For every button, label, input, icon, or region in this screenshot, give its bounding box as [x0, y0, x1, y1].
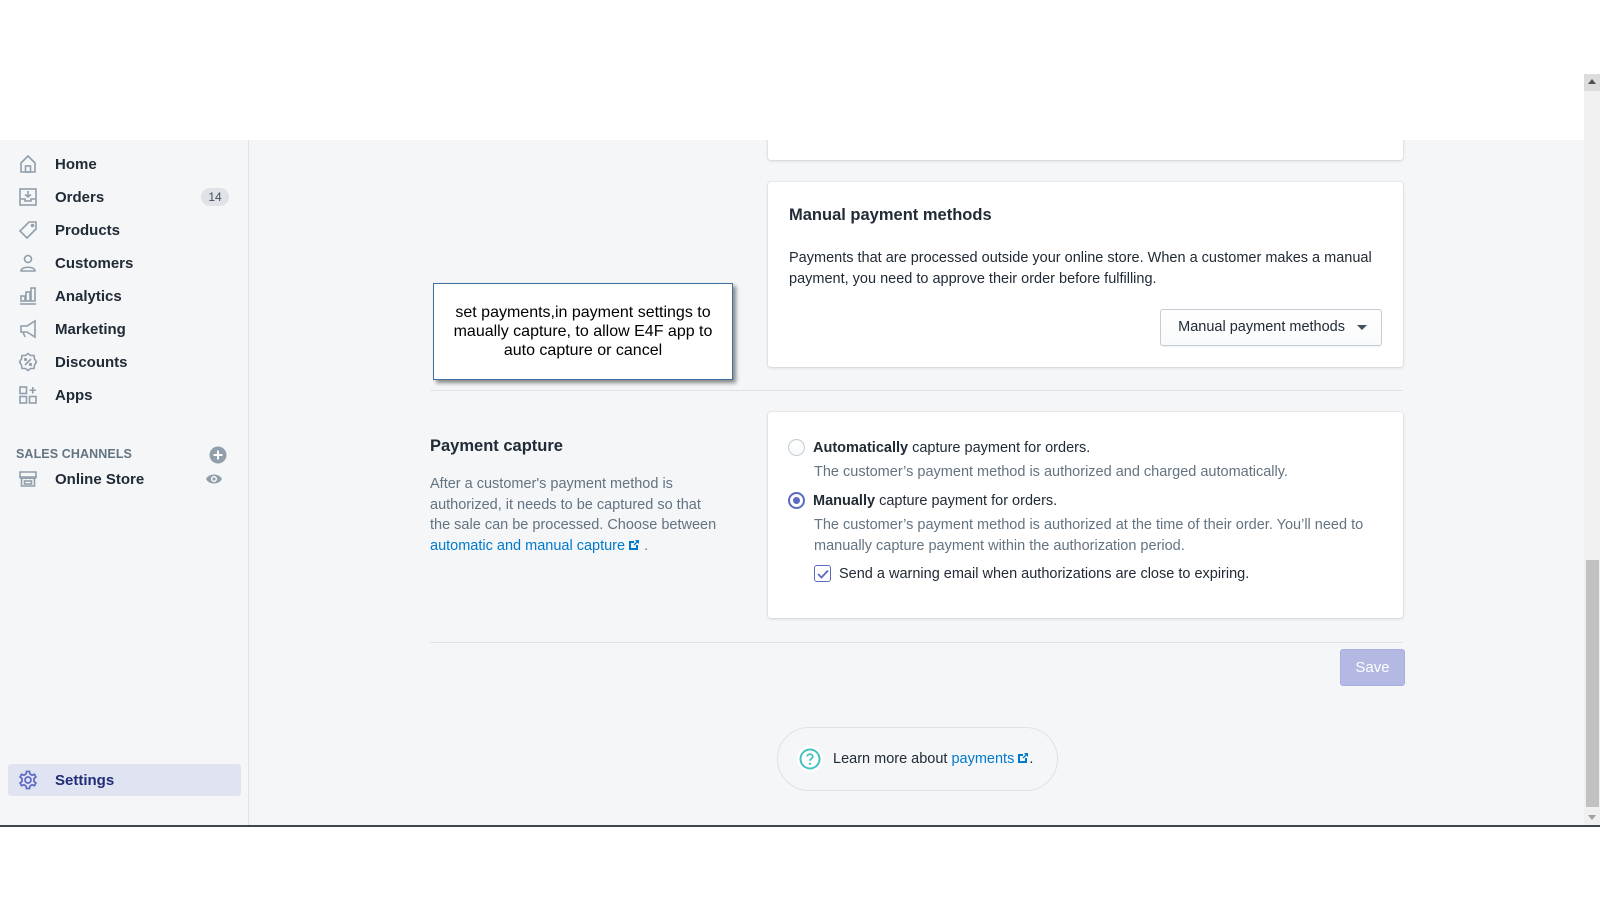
payments-help-link[interactable]: payments [951, 751, 1029, 767]
sidebar-item-customers[interactable]: Customers [8, 247, 241, 279]
manual-payment-methods-title: Manual payment methods [789, 206, 992, 224]
external-link-icon [1018, 753, 1029, 763]
scrollbar-thumb[interactable] [1586, 560, 1599, 807]
external-link-icon [629, 539, 640, 550]
question-circle-icon [797, 746, 823, 772]
payment-capture-card: Automatically capture payment for orders… [768, 412, 1403, 618]
footer-help-suffix: . [1029, 751, 1034, 767]
view-online-store-button[interactable] [205, 472, 223, 486]
automatic-capture-label: Automatically capture payment for orders… [813, 439, 1091, 456]
add-sales-channel-button[interactable] [209, 446, 227, 464]
sidebar-item-orders[interactable]: Orders 14 [8, 181, 241, 213]
sales-channels-heading: SALES CHANNELS [16, 447, 132, 461]
caret-down-icon [1357, 325, 1367, 330]
scroll-down-arrow-icon[interactable] [1584, 809, 1600, 826]
apps-icon [17, 384, 39, 406]
megaphone-icon [17, 318, 39, 340]
bar-chart-icon [17, 285, 39, 307]
sidebar-item-label: Online Store [55, 470, 145, 488]
store-icon [17, 468, 39, 490]
top-blank-area [140, 0, 1584, 140]
sidebar-item-apps[interactable]: Apps [8, 379, 241, 411]
sidebar-item-label: Products [55, 221, 121, 239]
manual-capture-label: Manually capture payment for orders. [813, 492, 1058, 509]
payment-capture-heading: Payment capture [430, 437, 563, 455]
sidebar-item-label: Customers [55, 254, 134, 272]
save-button[interactable]: Save [1340, 649, 1405, 686]
screen: Home Orders 14 Products Customers Analyt… [0, 0, 1600, 900]
sidebar-item-online-store[interactable]: Online Store [8, 463, 241, 495]
link-text: automatic and manual capture [430, 537, 626, 554]
manual-payment-methods-dropdown[interactable]: Manual payment methods [1160, 309, 1382, 346]
sidebar-item-label: Discounts [55, 353, 128, 371]
discount-icon [17, 351, 39, 373]
sidebar: Home Orders 14 Products Customers Analyt… [0, 140, 249, 826]
annotation-callout: set payments,in payment settings to maua… [433, 283, 733, 380]
tag-icon [17, 219, 39, 241]
sidebar-item-label: Home [55, 155, 97, 173]
plus-circle-icon [209, 446, 227, 464]
footer-help: Learn more about payments . [777, 727, 1058, 791]
link-text: payments [951, 751, 1015, 767]
sidebar-item-label: Marketing [55, 320, 126, 338]
person-icon [17, 252, 39, 274]
manual-capture-radio[interactable] [788, 492, 805, 509]
scroll-up-arrow-icon[interactable] [1584, 74, 1600, 91]
manual-payment-methods-description: Payments that are processed outside your… [789, 250, 1372, 287]
footer-divider [430, 642, 1403, 643]
payment-capture-description-text: After a customer's payment method is aut… [430, 476, 717, 533]
manual-capture-help: The customer’s payment method is authori… [814, 517, 1364, 554]
sidebar-item-marketing[interactable]: Marketing [8, 313, 241, 345]
home-icon [17, 153, 39, 175]
warning-email-option[interactable]: Send a warning email when authorizations… [814, 565, 1249, 582]
app-window: Home Orders 14 Products Customers Analyt… [0, 140, 1584, 826]
payment-capture-description: After a customer's payment method is aut… [430, 474, 720, 556]
automatic-capture-help: The customer’s payment method is authori… [814, 464, 1288, 480]
sidebar-item-label: Analytics [55, 287, 122, 305]
vertical-scrollbar[interactable] [1584, 74, 1600, 826]
window-bottom-edge [0, 825, 1600, 827]
gear-icon [17, 769, 39, 791]
orders-count-badge: 14 [201, 188, 229, 206]
checkmark-icon [816, 569, 829, 579]
warning-email-checkbox[interactable] [814, 565, 831, 582]
sidebar-item-discounts[interactable]: Discounts [8, 346, 241, 378]
eye-icon [206, 474, 222, 484]
orders-icon [17, 186, 39, 208]
automatic-manual-capture-link[interactable]: automatic and manual capture [430, 538, 640, 554]
sidebar-item-settings[interactable]: Settings [8, 764, 241, 796]
sidebar-item-home[interactable]: Home [8, 148, 241, 180]
link-suffix: . [640, 537, 649, 554]
section-divider [430, 390, 1403, 391]
footer-help-prefix: Learn more about [833, 751, 948, 767]
sidebar-item-label: Settings [55, 771, 115, 789]
previous-card [768, 140, 1403, 160]
manual-payment-methods-card: Manual payment methods Payments that are… [768, 182, 1403, 367]
manual-capture-option[interactable]: Manually capture payment for orders. [788, 492, 1057, 509]
warning-email-label: Send a warning email when authorizations… [839, 565, 1250, 582]
sidebar-item-products[interactable]: Products [8, 214, 241, 246]
automatic-capture-option[interactable]: Automatically capture payment for orders… [788, 439, 1090, 456]
automatic-capture-radio[interactable] [788, 439, 805, 456]
sidebar-item-label: Apps [55, 386, 93, 404]
sidebar-item-label: Orders [55, 188, 105, 206]
dropdown-label: Manual payment methods [1178, 319, 1345, 335]
sidebar-item-analytics[interactable]: Analytics [8, 280, 241, 312]
